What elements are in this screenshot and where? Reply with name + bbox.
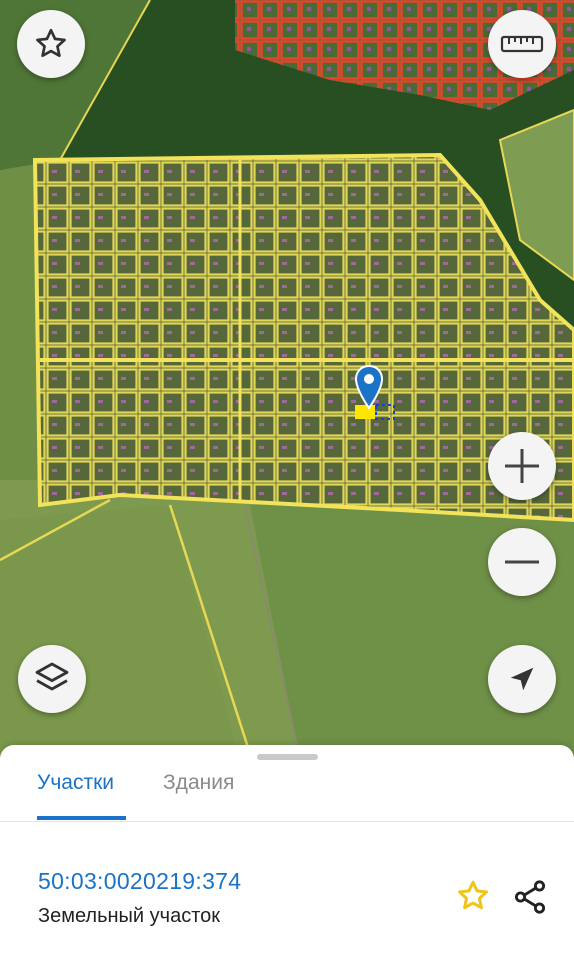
favorite-map-button[interactable] xyxy=(17,10,85,78)
minus-icon xyxy=(505,560,539,564)
layers-button[interactable] xyxy=(18,645,86,713)
share-icon xyxy=(514,880,546,914)
cadastral-number-link[interactable]: 50:03:0020219:374 xyxy=(38,868,241,895)
map-view[interactable] xyxy=(0,0,574,760)
satellite-imagery xyxy=(0,0,574,760)
measure-button[interactable] xyxy=(488,10,556,78)
plus-icon xyxy=(505,449,539,483)
tab-bar: Участки Здания xyxy=(0,745,574,822)
zoom-in-button[interactable] xyxy=(488,432,556,500)
star-outline-icon xyxy=(36,28,66,58)
active-tab-indicator xyxy=(37,816,126,820)
favorite-parcel-button[interactable] xyxy=(455,878,491,919)
location-pin-icon[interactable] xyxy=(354,364,384,410)
locate-button[interactable] xyxy=(488,645,556,713)
parcel-type-label: Земельный участок xyxy=(38,905,221,927)
location-arrow-icon xyxy=(510,667,534,691)
layers-icon xyxy=(35,662,69,691)
ruler-icon xyxy=(500,35,544,53)
star-icon xyxy=(458,880,488,910)
zoom-out-button[interactable] xyxy=(488,528,556,596)
bottom-sheet: Участки Здания 50:03:0020219:374 Земельн… xyxy=(0,745,574,960)
tab-parcels[interactable]: Участки xyxy=(37,771,114,795)
share-button[interactable] xyxy=(511,878,549,921)
tab-buildings[interactable]: Здания xyxy=(163,771,234,795)
